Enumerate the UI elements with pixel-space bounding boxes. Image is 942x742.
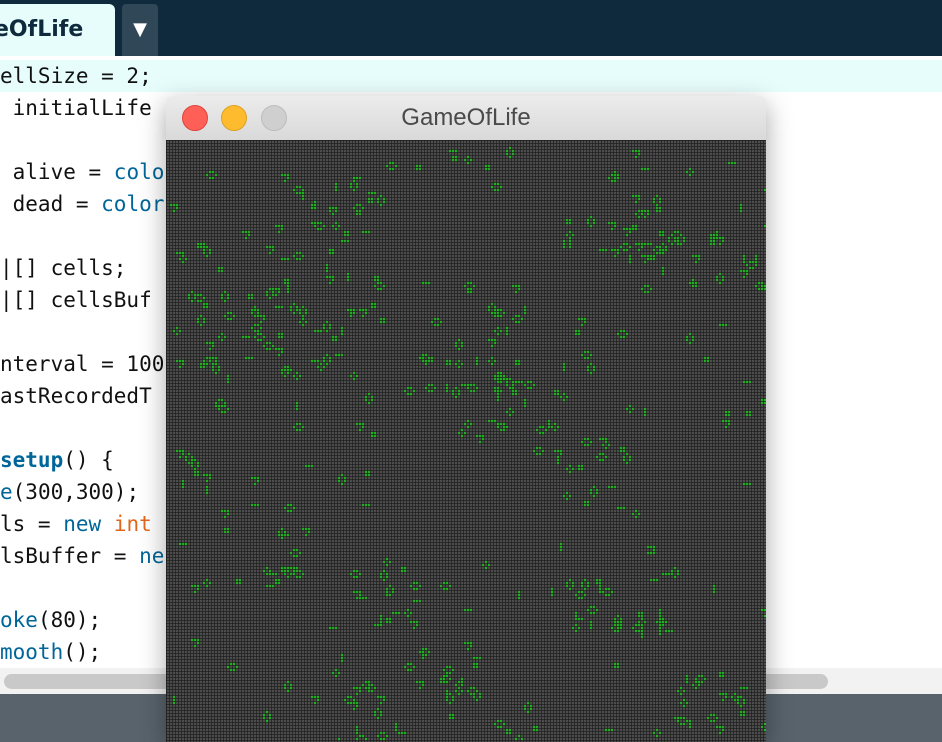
tab-gameoflife[interactable]: eOfLife bbox=[0, 4, 115, 56]
code-line: initialLife bbox=[0, 96, 152, 120]
code-line: alive = colo bbox=[0, 160, 165, 184]
window-titlebar[interactable]: GameOfLife bbox=[166, 96, 766, 141]
code-line: mooth(); bbox=[0, 640, 102, 664]
code-line: lsBuffer = ne bbox=[0, 544, 165, 568]
code-line: ellSize = 2; bbox=[0, 64, 152, 88]
sketch-window: GameOfLife bbox=[166, 96, 766, 742]
chevron-down-icon: ▼ bbox=[133, 19, 147, 40]
code-line: oke(80); bbox=[0, 608, 102, 632]
code-line: dead = color bbox=[0, 192, 165, 216]
code-line: nterval = 100 bbox=[0, 352, 165, 376]
tab-bar: eOfLife ▼ bbox=[0, 0, 942, 56]
code-line: setup() { bbox=[0, 448, 114, 472]
window-title: GameOfLife bbox=[401, 104, 531, 131]
sketch-canvas[interactable] bbox=[166, 140, 766, 742]
code-line: astRecordedT bbox=[0, 384, 152, 408]
code-line: ls = new int bbox=[0, 512, 152, 536]
code-line: |[] cellsBuf bbox=[0, 288, 152, 312]
code-line: e(300,300); bbox=[0, 480, 140, 504]
tab-label: eOfLife bbox=[0, 17, 84, 42]
code-line: |[] cells; bbox=[0, 256, 127, 280]
tab-menu-button[interactable]: ▼ bbox=[122, 4, 158, 56]
game-of-life-grid bbox=[166, 140, 766, 742]
